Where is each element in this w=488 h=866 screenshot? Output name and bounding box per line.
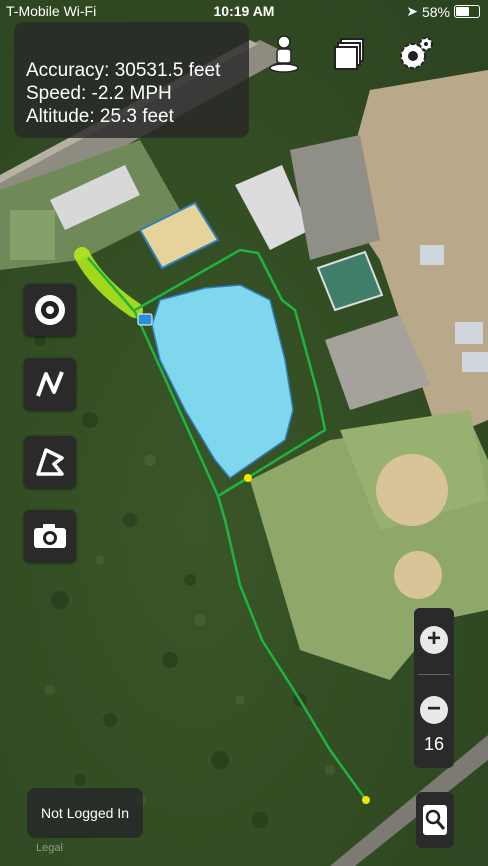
person-location-icon[interactable] [262, 32, 306, 76]
track-point-1 [244, 474, 252, 482]
zoom-in-button[interactable]: + [420, 626, 448, 654]
login-status-label: Not Logged In [41, 804, 129, 821]
status-right: ➤ 58% [406, 3, 480, 20]
location-arrow-icon: ➤ [406, 3, 418, 19]
altitude-text: Altitude: 25.3 feet [26, 106, 174, 127]
baseball-diamond-2 [394, 551, 442, 599]
track-point-2 [362, 796, 370, 804]
camera-icon [34, 524, 66, 548]
track-line-icon [36, 371, 64, 397]
zoom-control: + − 16 [414, 608, 454, 768]
zoom-divider [418, 674, 450, 675]
settings-gear-icon[interactable] [394, 32, 438, 76]
gps-info-panel: Accuracy: 30531.5 feet Speed: -2.2 MPH A… [14, 22, 249, 138]
baseball-diamond [376, 454, 448, 526]
waypoint-target-icon [35, 295, 65, 325]
status-bar: T-Mobile Wi-Fi 10:19 AM ➤ 58% [0, 0, 488, 22]
area-button[interactable] [24, 436, 76, 488]
photo-marker [137, 313, 153, 326]
waypoint-button[interactable] [24, 284, 76, 336]
speed-text: Speed: -2.2 MPH [26, 83, 172, 104]
track-button[interactable] [24, 358, 76, 410]
layers-icon[interactable] [328, 32, 372, 76]
zoom-out-button[interactable]: − [420, 696, 448, 724]
legal-link[interactable]: Legal [36, 842, 63, 854]
zoom-level: 16 [423, 734, 445, 754]
login-status-button[interactable]: Not Logged In [27, 788, 143, 838]
photo-button[interactable] [24, 510, 76, 562]
battery-icon [454, 5, 480, 18]
grass-plot [10, 210, 55, 260]
battery-percent: 58% [421, 3, 450, 20]
accuracy-text: Accuracy: 30531.5 feet [26, 60, 221, 81]
search-icon [423, 805, 447, 835]
area-shape-icon [36, 448, 64, 476]
search-map-button[interactable] [416, 792, 454, 848]
